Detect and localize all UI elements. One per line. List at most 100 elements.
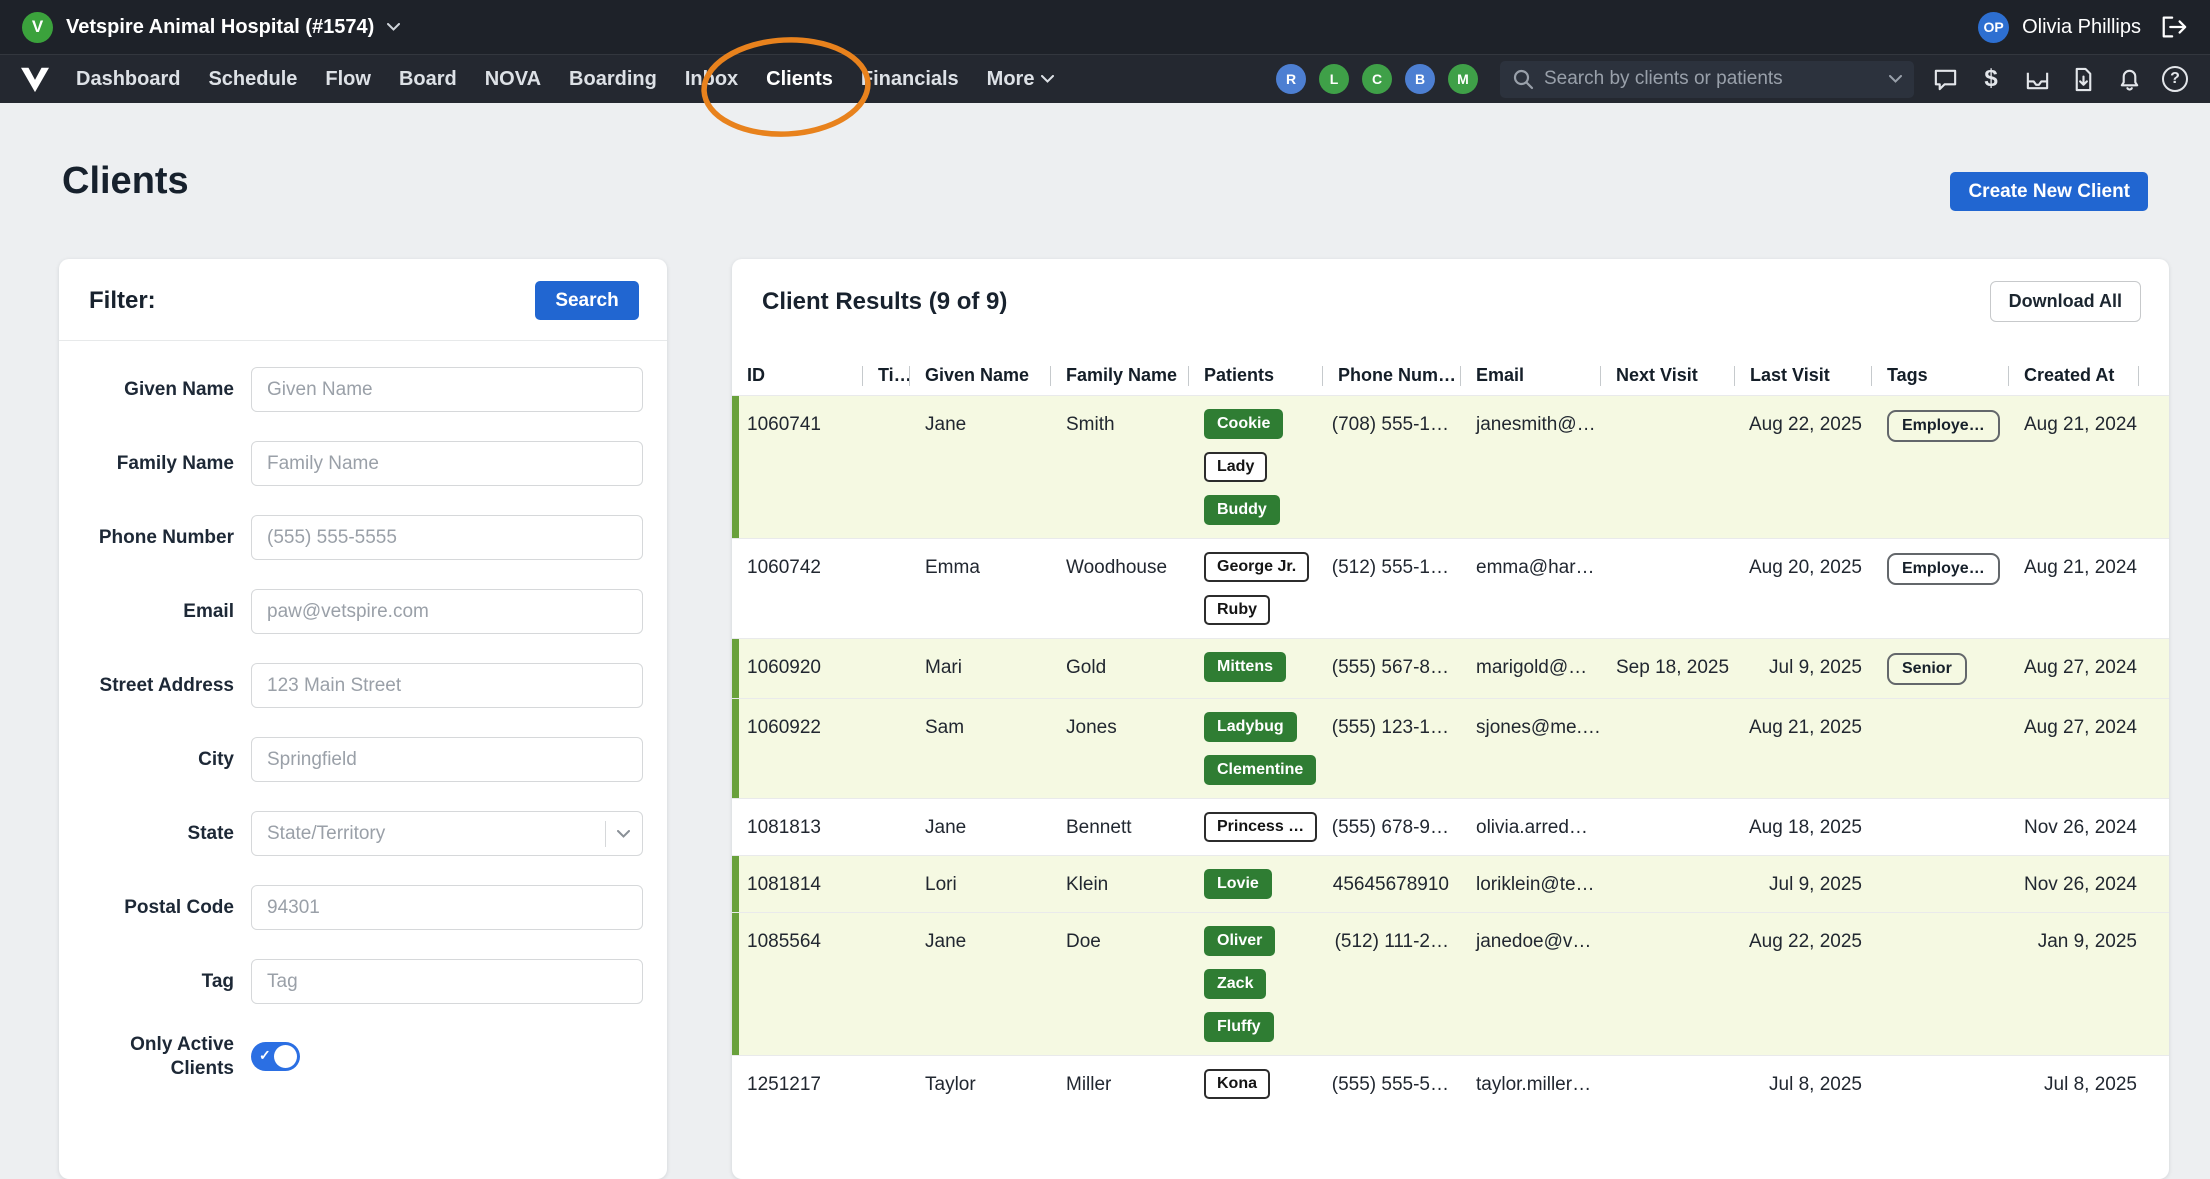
column-header-patients[interactable]: Patients [1189, 365, 1323, 386]
cell-phone: (555) 567-8… [1323, 652, 1461, 685]
cell-given-name: Emma [910, 552, 1051, 625]
client-row-1060741[interactable]: 1060741JaneSmithCookieLadyBuddy(708) 555… [732, 395, 2169, 538]
patient-pill-oliver[interactable]: Oliver [1204, 926, 1275, 956]
column-header-title[interactable]: Ti… [863, 365, 910, 386]
team-avatar-l[interactable]: L [1319, 64, 1349, 94]
cell-id: 1085564 [732, 926, 863, 1042]
column-header-id[interactable]: ID [732, 365, 863, 386]
patient-pill-lady[interactable]: Lady [1204, 452, 1267, 482]
column-header-next[interactable]: Next Visit [1601, 365, 1735, 386]
client-row-1060742[interactable]: 1060742EmmaWoodhouseGeorge Jr.Ruby(512) … [732, 538, 2169, 638]
filter-input-street-address[interactable] [251, 663, 643, 708]
nav-item-flow[interactable]: Flow [311, 55, 385, 104]
patient-pill-kona[interactable]: Kona [1204, 1069, 1270, 1099]
filter-input-phone-number[interactable] [251, 515, 643, 560]
patient-pill-buddy[interactable]: Buddy [1204, 495, 1280, 525]
cell-last-visit: Jul 8, 2025 [1735, 1069, 1872, 1099]
column-header-phone[interactable]: Phone Num… [1323, 365, 1461, 386]
inbox-tray-icon[interactable] [2018, 60, 2056, 98]
client-row-1085564[interactable]: 1085564JaneDoeOliverZackFluffy(512) 111-… [732, 912, 2169, 1055]
filter-field-city: City [83, 737, 643, 782]
cell-patients: Kona [1189, 1069, 1323, 1099]
nav-item-dashboard[interactable]: Dashboard [62, 55, 194, 104]
filter-input-given-name[interactable] [251, 367, 643, 412]
cell-family-name: Miller [1051, 1069, 1189, 1099]
nav-item-nova[interactable]: NOVA [471, 55, 555, 104]
chevron-down-icon[interactable] [1889, 75, 1902, 83]
nav-item-financials[interactable]: Financials [847, 55, 973, 104]
team-avatar-b[interactable]: B [1405, 64, 1435, 94]
logout-icon[interactable] [2160, 14, 2188, 40]
column-header-family[interactable]: Family Name [1051, 365, 1189, 386]
column-header-email[interactable]: Email [1461, 365, 1601, 386]
nav-item-schedule[interactable]: Schedule [194, 55, 311, 104]
main-nav: DashboardScheduleFlowBoardNOVABoardingIn… [0, 54, 2210, 103]
document-download-icon[interactable] [2064, 60, 2102, 98]
patient-pill-mittens[interactable]: Mittens [1204, 652, 1286, 682]
patient-pill-fluffy[interactable]: Fluffy [1204, 1012, 1274, 1042]
patient-pill-cookie[interactable]: Cookie [1204, 409, 1283, 439]
patient-pill-zack[interactable]: Zack [1204, 969, 1266, 999]
help-icon[interactable]: ? [2156, 60, 2194, 98]
cell-family-name: Woodhouse [1051, 552, 1189, 625]
cell-family-name: Bennett [1051, 812, 1189, 842]
nav-item-boarding[interactable]: Boarding [555, 55, 671, 104]
global-search-input[interactable] [1544, 68, 1879, 90]
client-row-1060920[interactable]: 1060920MariGoldMittens(555) 567-8…marigo… [732, 638, 2169, 698]
cell-tags [1872, 926, 2009, 1042]
cell-phone: (555) 123-1… [1323, 712, 1461, 785]
filter-input-email[interactable] [251, 589, 643, 634]
column-header-created[interactable]: Created At [2009, 365, 2169, 386]
patient-pill-ladybug[interactable]: Ladybug [1204, 712, 1297, 742]
org-selector[interactable]: V Vetspire Animal Hospital (#1574) [22, 12, 400, 43]
nav-item-board[interactable]: Board [385, 55, 471, 104]
filter-panel: Filter: Search Given NameFamily NamePhon… [59, 259, 667, 1179]
nav-item-more[interactable]: More [973, 55, 1069, 104]
only-active-clients-toggle[interactable]: ✓ [251, 1042, 300, 1071]
cell-patients: George Jr. Ruby [1189, 552, 1323, 625]
create-new-client-button[interactable]: Create New Client [1950, 172, 2148, 211]
cell-title [863, 869, 910, 899]
team-avatar-m[interactable]: M [1448, 64, 1478, 94]
patient-pill-george-jr[interactable]: George Jr. [1204, 552, 1309, 582]
column-header-given[interactable]: Given Name [910, 365, 1051, 386]
cell-created-at: Aug 21, 2024 [2009, 409, 2169, 525]
filter-input-tag[interactable] [251, 959, 643, 1004]
download-all-button[interactable]: Download All [1990, 281, 2141, 322]
nav-item-clients[interactable]: Clients [752, 55, 847, 104]
filter-search-button[interactable]: Search [535, 281, 639, 320]
patient-pill-lovie[interactable]: Lovie [1204, 869, 1272, 899]
client-row-1081813[interactable]: 1081813JaneBennettPrincess …(555) 678-9…… [732, 798, 2169, 855]
client-row-1060922[interactable]: 1060922SamJonesLadybugClementine(555) 12… [732, 698, 2169, 798]
cell-id: 1060742 [732, 552, 863, 625]
filter-input-city[interactable] [251, 737, 643, 782]
bell-icon[interactable] [2110, 60, 2148, 98]
filter-input-postal-code[interactable] [251, 885, 643, 930]
check-icon: ✓ [259, 1047, 271, 1064]
tag-pill-senior: Senior [1887, 653, 1967, 685]
column-header-tags[interactable]: Tags [1872, 365, 2009, 386]
chat-icon[interactable] [1926, 60, 1964, 98]
cell-last-visit: Aug 18, 2025 [1735, 812, 1872, 842]
billing-icon[interactable]: $ [1972, 60, 2010, 98]
vetspire-logo-icon[interactable] [20, 65, 50, 93]
column-header-last[interactable]: Last Visit [1735, 365, 1872, 386]
team-avatar-r[interactable]: R [1276, 64, 1306, 94]
cell-phone: (555) 678-9… [1323, 812, 1461, 842]
global-search[interactable] [1500, 61, 1914, 98]
nav-item-inbox[interactable]: Inbox [671, 55, 752, 104]
cell-created-at: Nov 26, 2024 [2009, 869, 2169, 899]
filter-header: Filter: Search [59, 259, 667, 341]
cell-tags: Employe… [1872, 552, 2009, 625]
user-menu[interactable]: OP Olivia Phillips [1978, 12, 2188, 43]
patient-pill-princess[interactable]: Princess … [1204, 812, 1317, 842]
filter-select-state[interactable]: State/Territory [251, 811, 643, 856]
client-row-1251217[interactable]: 1251217TaylorMillerKona(555) 555-5…taylo… [732, 1055, 2169, 1112]
client-row-1081814[interactable]: 1081814LoriKleinLovie45645678910loriklei… [732, 855, 2169, 912]
chevron-down-icon [1041, 75, 1054, 83]
patient-pill-ruby[interactable]: Ruby [1204, 595, 1270, 625]
filter-input-family-name[interactable] [251, 441, 643, 486]
patient-pill-clementine[interactable]: Clementine [1204, 755, 1316, 785]
team-avatar-c[interactable]: C [1362, 64, 1392, 94]
cell-title [863, 812, 910, 842]
